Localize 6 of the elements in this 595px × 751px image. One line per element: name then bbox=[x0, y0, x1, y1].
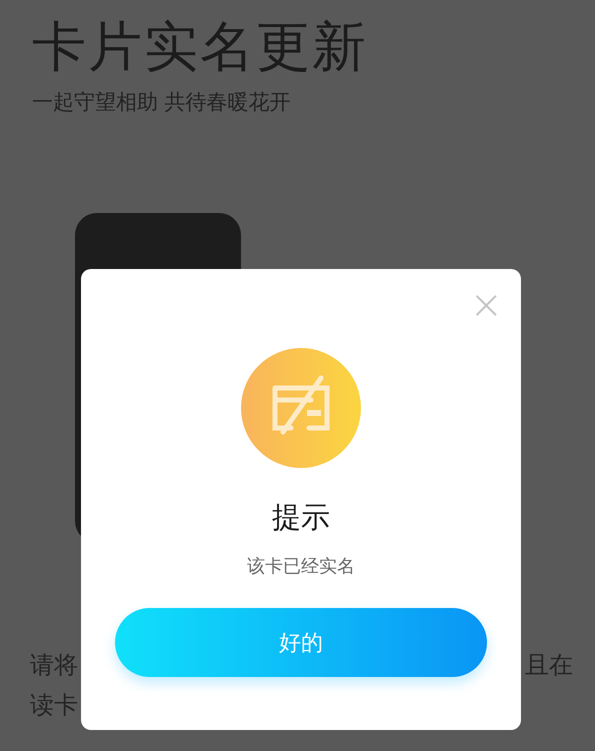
dialog-title: 提示 bbox=[272, 499, 330, 536]
page-title: 卡片实名更新 bbox=[32, 14, 369, 80]
close-button[interactable]: × bbox=[465, 285, 507, 325]
card-off-icon bbox=[241, 348, 361, 468]
ok-button[interactable]: 好的 bbox=[115, 608, 487, 677]
dialog-message: 该卡已经实名 bbox=[247, 555, 355, 579]
